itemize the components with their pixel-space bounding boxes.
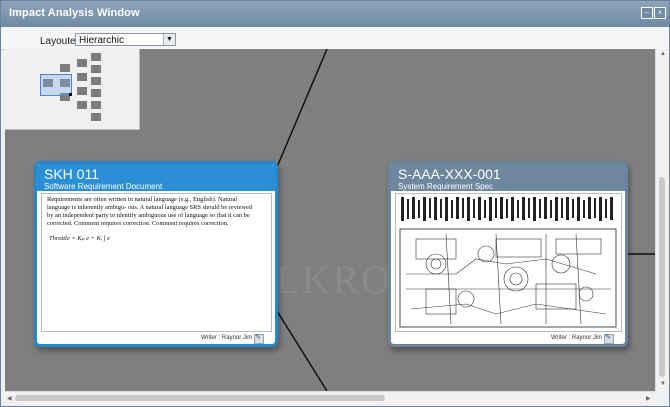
card-s-aaa-xxx-001[interactable]: S-AAA-XXX-001 System Requirement Spec Wr… [388,161,628,347]
edit-icon[interactable] [604,333,614,344]
scroll-down-icon[interactable]: ▼ [660,381,666,387]
overview-viewport[interactable] [40,74,72,96]
minimize-icon[interactable]: – [641,7,653,19]
card-body [395,193,622,332]
scroll-left-icon[interactable]: ◀ [7,395,12,402]
impact-analysis-window: Impact Analysis Window – × Layouter : Hi… [0,0,670,407]
overview-node [77,101,87,109]
card-header: SKH 011 Software Requirement Document [37,164,275,191]
title-bar[interactable]: Impact Analysis Window – × [1,1,669,27]
card-id: S-AAA-XXX-001 [398,166,501,182]
overview-panel[interactable] [5,49,140,130]
overview-resize-handle[interactable] [69,93,72,96]
scroll-right-icon[interactable]: ▶ [646,395,651,402]
card-writer: Writer : Raynor Jim [201,335,253,341]
connector-line [276,310,328,391]
card-subtitle: System Requirement Spec [398,182,494,191]
chevron-down-icon[interactable]: ▼ [163,34,175,45]
engineering-drawing-image [399,197,617,328]
card-subtitle: Software Requirement Document [44,182,163,191]
overview-node [91,113,101,121]
horizontal-scrollbar[interactable]: ◀ ▶ [5,391,655,405]
close-icon[interactable]: × [654,7,666,19]
overview-node [91,89,101,97]
overview-node [91,101,101,109]
horizontal-scroll-thumb[interactable] [15,395,385,401]
overview-node [60,64,70,72]
card-skh-011[interactable]: SKH 011 Software Requirement Document Re… [34,161,278,347]
vertical-scroll-thumb[interactable] [659,177,665,377]
toolbar: Layouter : Hierarchic ▼ [1,27,669,50]
overview-node [91,77,101,85]
requirement-text: Requirements are often written in natura… [47,196,253,227]
vertical-scrollbar[interactable]: ▲ ▼ [655,49,669,391]
layouter-value: Hierarchic [79,35,125,46]
equation: Throttle = Kₚ e + Kᵢ ∫ e [49,235,110,242]
connector-line [276,49,328,168]
window-title: Impact Analysis Window [9,7,140,19]
card-body: Requirements are often written in natura… [41,193,272,332]
overview-node [91,53,101,61]
overview-node [77,59,87,67]
layouter-select[interactable]: Hierarchic ▼ [75,33,176,46]
overview-node [77,87,87,95]
diagram-canvas[interactable]: LKROA SKH 011 Software Requirement Docum… [5,49,655,391]
card-writer: Writer : Raynor Jim [551,335,603,341]
card-header: S-AAA-XXX-001 System Requirement Spec [391,164,625,191]
edit-icon[interactable] [254,333,264,344]
overview-node [77,73,87,81]
scroll-up-icon[interactable]: ▲ [660,51,666,57]
card-id: SKH 011 [44,166,99,182]
overview-node [91,65,101,73]
